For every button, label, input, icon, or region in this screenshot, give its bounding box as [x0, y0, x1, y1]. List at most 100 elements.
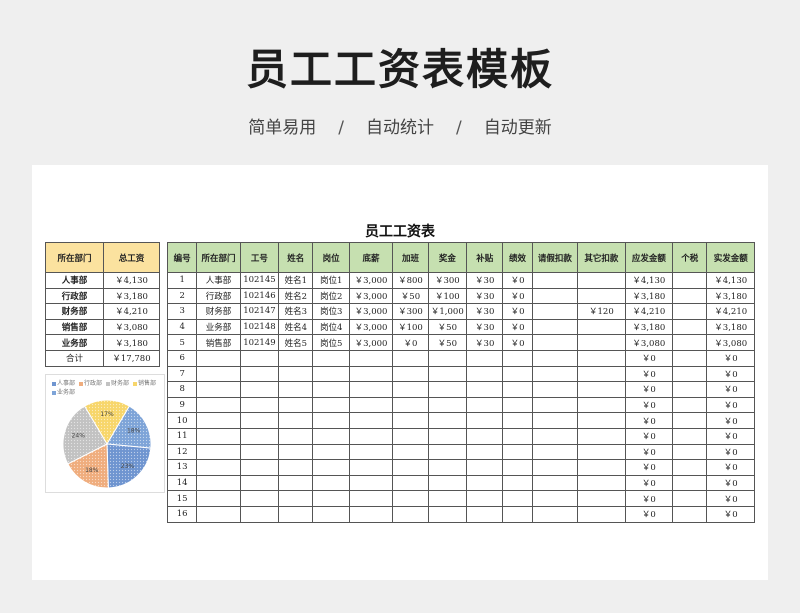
table-cell[interactable]: 10 — [166, 412, 198, 429]
table-cell[interactable]: ￥100 — [392, 318, 429, 336]
table-cell[interactable]: 姓名1 — [278, 272, 314, 289]
table-cell[interactable] — [577, 287, 626, 305]
table-cell[interactable]: ￥50 — [427, 318, 468, 336]
table-cell[interactable]: ￥0 — [706, 459, 755, 476]
table-cell[interactable]: ￥0 — [624, 505, 674, 523]
table-cell[interactable]: 2 — [166, 287, 198, 305]
table-cell[interactable] — [348, 365, 394, 383]
total-salary-cell[interactable]: ￥3,180 — [103, 334, 160, 351]
table-cell[interactable] — [196, 505, 241, 523]
table-cell[interactable]: ￥3,180 — [706, 287, 755, 305]
table-cell[interactable] — [427, 474, 468, 492]
table-cell[interactable] — [196, 349, 241, 367]
table-cell[interactable] — [196, 412, 241, 429]
table-cell[interactable]: ￥30 — [466, 318, 504, 336]
table-cell[interactable] — [531, 287, 579, 305]
table-cell[interactable] — [239, 412, 280, 429]
department-cell[interactable]: 行政部 — [45, 287, 104, 305]
table-cell[interactable] — [239, 396, 280, 414]
table-cell[interactable] — [466, 349, 504, 367]
table-cell[interactable] — [502, 412, 533, 429]
table-cell[interactable] — [196, 381, 241, 398]
table-cell[interactable] — [278, 365, 314, 383]
table-cell[interactable] — [312, 396, 350, 414]
table-cell[interactable] — [577, 349, 626, 367]
table-cell[interactable]: ￥3,000 — [348, 287, 394, 305]
table-cell[interactable] — [427, 396, 468, 414]
table-cell[interactable] — [672, 287, 708, 305]
table-cell[interactable] — [312, 490, 350, 507]
table-cell[interactable]: 9 — [166, 396, 198, 414]
total-salary-cell[interactable]: ￥3,080 — [103, 318, 160, 336]
table-cell[interactable] — [239, 490, 280, 507]
table-cell[interactable] — [348, 474, 394, 492]
table-cell[interactable] — [196, 443, 241, 461]
table-cell[interactable] — [348, 443, 394, 461]
table-cell[interactable]: ￥4,210 — [624, 303, 674, 320]
table-cell[interactable] — [502, 459, 533, 476]
table-cell[interactable] — [466, 505, 504, 523]
table-cell[interactable] — [278, 474, 314, 492]
table-cell[interactable] — [392, 349, 429, 367]
table-cell[interactable] — [531, 334, 579, 351]
table-cell[interactable] — [577, 490, 626, 507]
table-cell[interactable] — [466, 427, 504, 445]
table-cell[interactable] — [239, 474, 280, 492]
table-cell[interactable] — [466, 412, 504, 429]
table-cell[interactable]: 岗位5 — [312, 334, 350, 351]
department-cell[interactable]: 销售部 — [45, 318, 104, 336]
table-cell[interactable]: ￥0 — [624, 459, 674, 476]
department-cell[interactable]: 业务部 — [45, 334, 104, 351]
table-cell[interactable]: 102146 — [239, 287, 280, 305]
table-cell[interactable]: ￥0 — [502, 303, 533, 320]
table-cell[interactable]: 行政部 — [196, 287, 241, 305]
table-cell[interactable] — [196, 427, 241, 445]
table-cell[interactable]: ￥4,130 — [624, 272, 674, 289]
table-cell[interactable] — [672, 272, 708, 289]
table-cell[interactable] — [577, 396, 626, 414]
table-cell[interactable]: 姓名2 — [278, 287, 314, 305]
table-cell[interactable] — [278, 490, 314, 507]
table-cell[interactable] — [392, 490, 429, 507]
table-cell[interactable] — [531, 459, 579, 476]
table-cell[interactable] — [278, 427, 314, 445]
table-cell[interactable]: ￥3,180 — [624, 318, 674, 336]
table-cell[interactable] — [502, 427, 533, 445]
table-cell[interactable] — [312, 459, 350, 476]
table-cell[interactable]: ￥0 — [624, 396, 674, 414]
table-cell[interactable]: 人事部 — [196, 272, 241, 289]
table-cell[interactable]: ￥0 — [706, 365, 755, 383]
table-cell[interactable]: ￥3,080 — [706, 334, 755, 351]
table-cell[interactable]: 102149 — [239, 334, 280, 351]
table-cell[interactable] — [672, 505, 708, 523]
table-cell[interactable] — [392, 474, 429, 492]
table-cell[interactable] — [348, 349, 394, 367]
table-cell[interactable]: 岗位1 — [312, 272, 350, 289]
table-cell[interactable] — [312, 443, 350, 461]
table-cell[interactable]: ￥120 — [577, 303, 626, 320]
table-cell[interactable]: ￥0 — [624, 443, 674, 461]
table-cell[interactable] — [239, 459, 280, 476]
table-cell[interactable]: ￥0 — [502, 334, 533, 351]
table-cell[interactable] — [312, 349, 350, 367]
table-cell[interactable] — [312, 474, 350, 492]
table-cell[interactable]: 102147 — [239, 303, 280, 320]
table-cell[interactable] — [502, 381, 533, 398]
table-cell[interactable] — [672, 303, 708, 320]
table-cell[interactable]: 1 — [166, 272, 198, 289]
table-cell[interactable] — [531, 427, 579, 445]
table-cell[interactable]: ￥0 — [706, 443, 755, 461]
table-cell[interactable] — [392, 396, 429, 414]
table-cell[interactable] — [466, 396, 504, 414]
table-cell[interactable] — [466, 443, 504, 461]
table-cell[interactable] — [196, 459, 241, 476]
table-cell[interactable] — [392, 427, 429, 445]
table-cell[interactable] — [239, 505, 280, 523]
table-cell[interactable]: ￥0 — [392, 334, 429, 351]
table-cell[interactable] — [531, 349, 579, 367]
table-cell[interactable]: ￥3,000 — [348, 318, 394, 336]
table-cell[interactable]: ￥0 — [624, 490, 674, 507]
table-cell[interactable]: 102145 — [239, 272, 280, 289]
table-cell[interactable] — [312, 365, 350, 383]
table-cell[interactable] — [531, 318, 579, 336]
